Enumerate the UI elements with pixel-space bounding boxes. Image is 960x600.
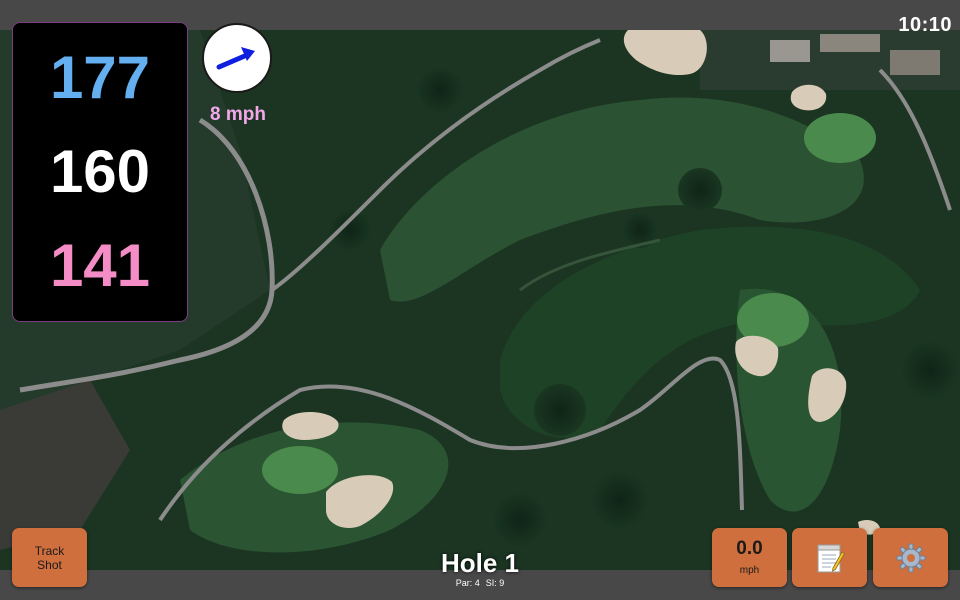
- speed-unit: mph: [739, 565, 760, 576]
- notepad-icon: [817, 544, 845, 572]
- speed-button[interactable]: 0.0 mph: [712, 528, 787, 587]
- wind-arrow-icon: [216, 47, 255, 70]
- settings-button[interactable]: [873, 528, 948, 587]
- front-distance: 141: [49, 232, 151, 299]
- track-shot-label: Track Shot: [34, 543, 65, 572]
- gear-icon: [896, 543, 925, 572]
- hole-title: Hole 1: [440, 548, 520, 578]
- hole-stroke-index: SI: 9: [485, 578, 505, 588]
- hole-par: Par: 4: [455, 578, 480, 588]
- notes-button[interactable]: [792, 528, 867, 587]
- hole-info: Hole 1 Par: 4 SI: 9: [400, 548, 560, 588]
- speed-value: 0.0: [736, 538, 763, 559]
- center-distance: 160: [49, 138, 151, 205]
- clock: 10:10: [898, 14, 952, 36]
- distance-panel: 177 160 141: [12, 22, 188, 322]
- hole-details: Par: 4 SI: 9: [400, 578, 560, 588]
- wind-speed-label: 8 mph: [210, 104, 266, 125]
- track-shot-button[interactable]: Track Shot: [12, 528, 87, 587]
- back-distance: 177: [49, 44, 151, 111]
- wind-indicator: [202, 23, 272, 93]
